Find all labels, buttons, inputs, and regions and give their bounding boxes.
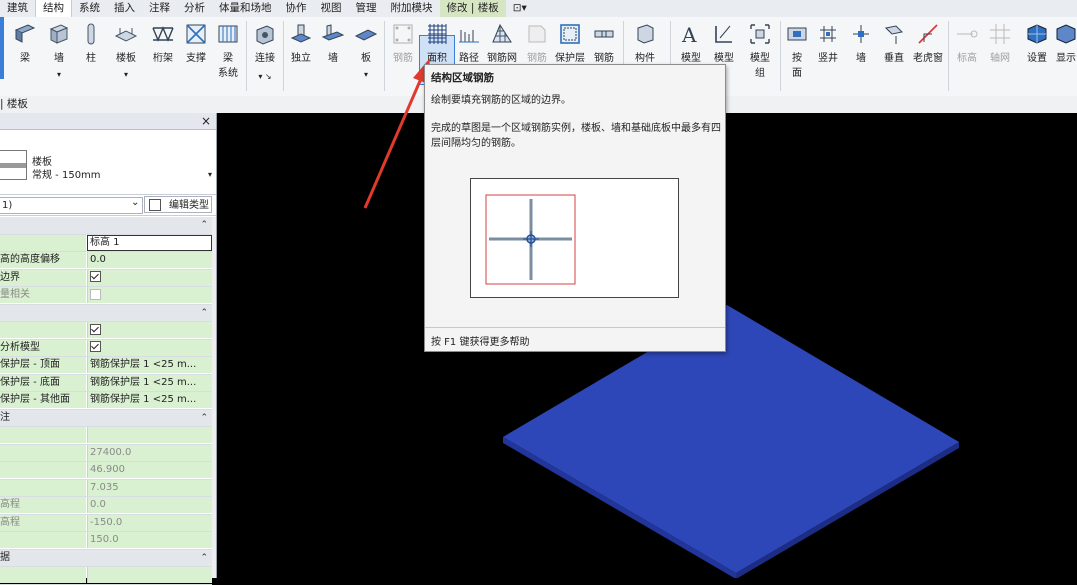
tooltip-footer: 按 F1 键获得更多帮助 [425,327,725,353]
tooltip: 结构区域钢筋 绘制要填充钢筋的区域的边界。 完成的草图是一个区域钢筋实例，楼板、… [424,64,726,352]
tooltip-title: 结构区域钢筋 [431,72,494,84]
tooltip-illustration [470,178,679,298]
area-rebar-preview-icon [485,194,576,285]
tooltip-detail: 完成的草图是一个区域钢筋实例，楼板、墙和基础底板中最多有四层间隔均匀的钢筋。 [431,123,721,149]
tooltip-description: 绘制要填充钢筋的区域的边界。 [431,95,571,106]
